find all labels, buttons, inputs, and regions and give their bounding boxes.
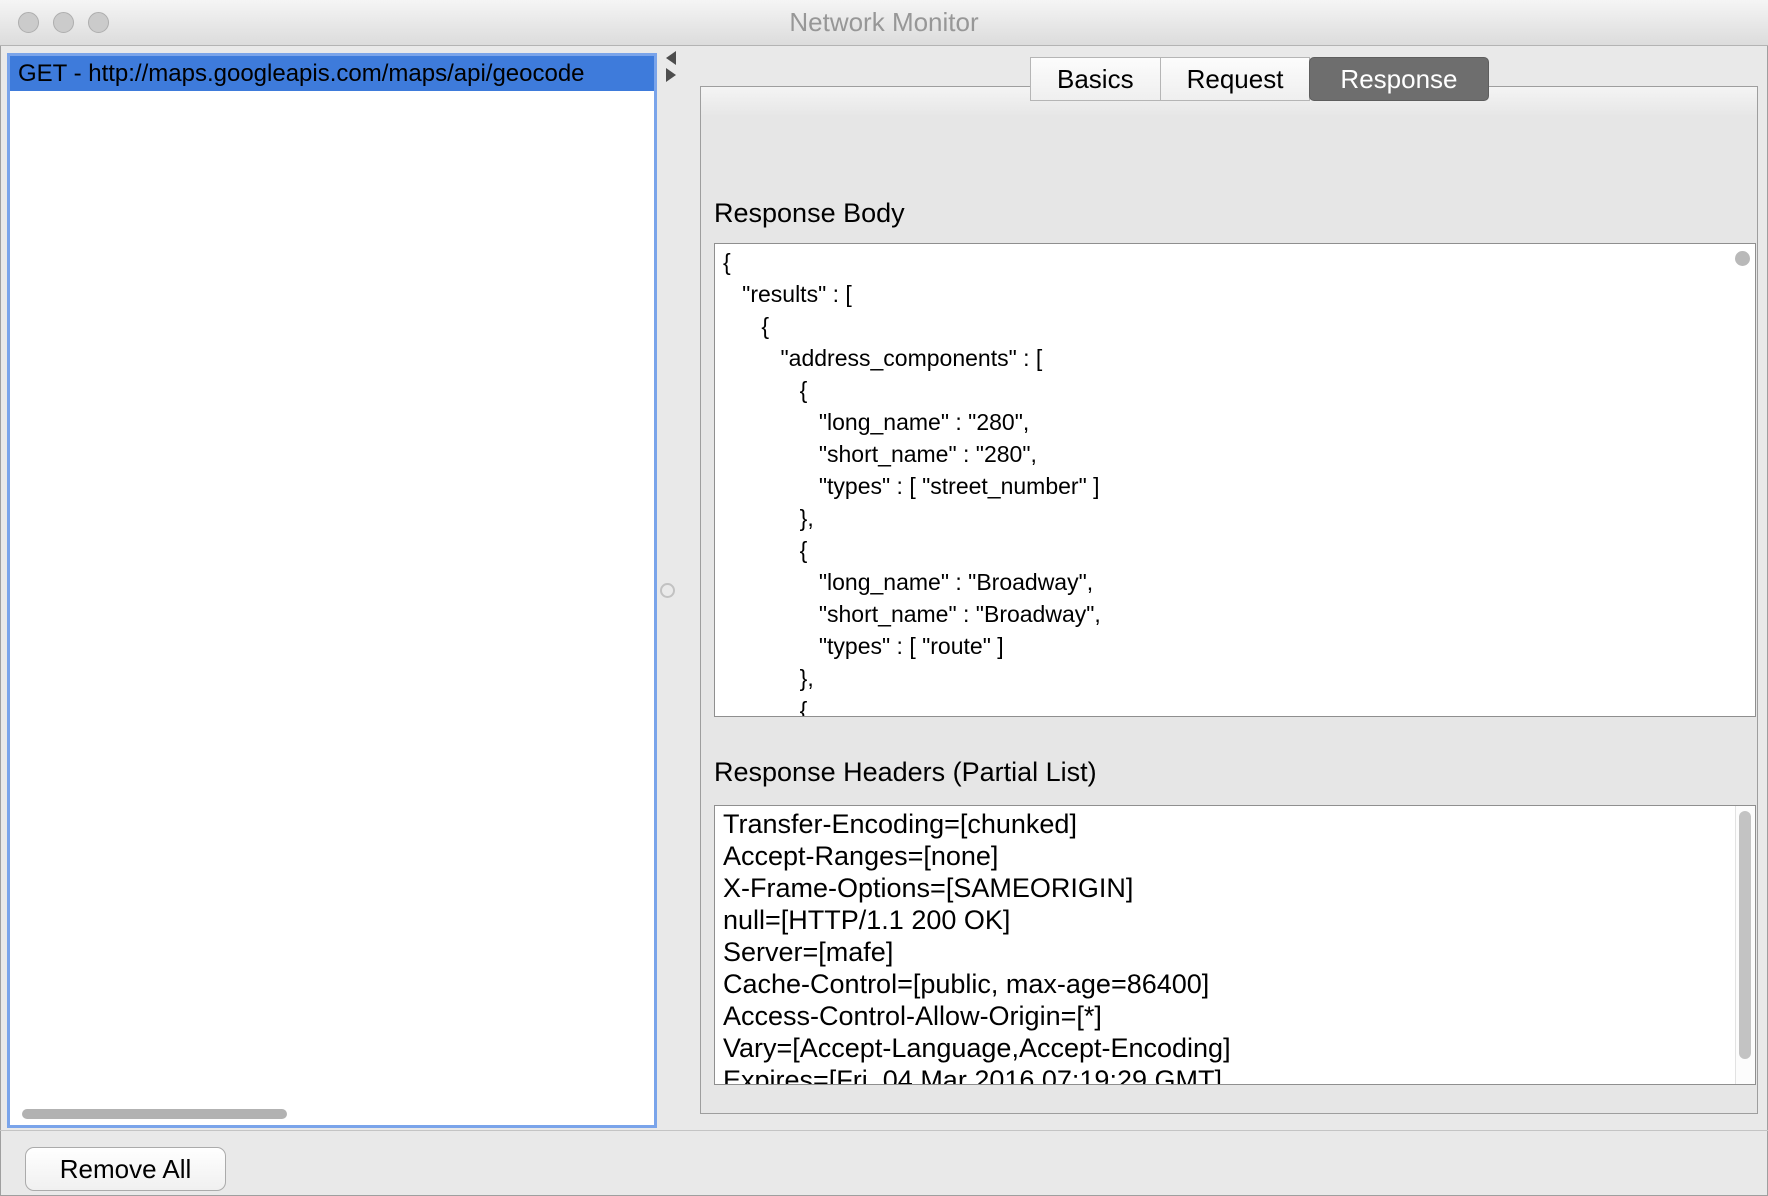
response-body-scrollbar-thumb[interactable] — [1735, 251, 1750, 266]
request-list-item[interactable]: GET - http://maps.googleapis.com/maps/ap… — [10, 56, 654, 91]
splitter-expand-right-icon[interactable] — [666, 68, 676, 82]
splitter-collapse-left-icon[interactable] — [666, 51, 676, 65]
vertical-scrollbar-thumb[interactable] — [1739, 811, 1751, 1059]
remove-all-button[interactable]: Remove All — [25, 1147, 226, 1191]
response-headers-label: Response Headers (Partial List) — [714, 757, 1097, 788]
response-headers-scrollbar[interactable] — [1735, 806, 1755, 1084]
request-list-horizontal-scrollbar[interactable] — [10, 1103, 654, 1125]
tab-basics[interactable]: Basics — [1030, 57, 1161, 101]
window-titlebar: Network Monitor — [0, 0, 1768, 46]
response-headers-textarea[interactable]: Transfer-Encoding=[chunked] Accept-Range… — [714, 805, 1756, 1085]
horizontal-scrollbar-thumb[interactable] — [22, 1109, 287, 1119]
window-controls — [18, 12, 109, 33]
content-footer-divider — [0, 1130, 1768, 1131]
response-body-text: { "results" : [ { "address_components" :… — [715, 244, 1755, 717]
window-title: Network Monitor — [0, 0, 1768, 45]
response-headers-text: Transfer-Encoding=[chunked] Accept-Range… — [715, 806, 1755, 1085]
response-body-textarea[interactable]: { "results" : [ { "address_components" :… — [714, 243, 1756, 717]
window-minimize-icon[interactable] — [53, 12, 74, 33]
response-body-label: Response Body — [714, 198, 905, 229]
tab-request[interactable]: Request — [1160, 57, 1311, 101]
tab-bar: Basics Request Response — [1030, 57, 1488, 101]
window-close-icon[interactable] — [18, 12, 39, 33]
window-zoom-icon[interactable] — [88, 12, 109, 33]
splitter-knob[interactable] — [660, 583, 675, 598]
request-list[interactable]: GET - http://maps.googleapis.com/maps/ap… — [7, 53, 657, 1128]
tab-response[interactable]: Response — [1309, 57, 1488, 101]
